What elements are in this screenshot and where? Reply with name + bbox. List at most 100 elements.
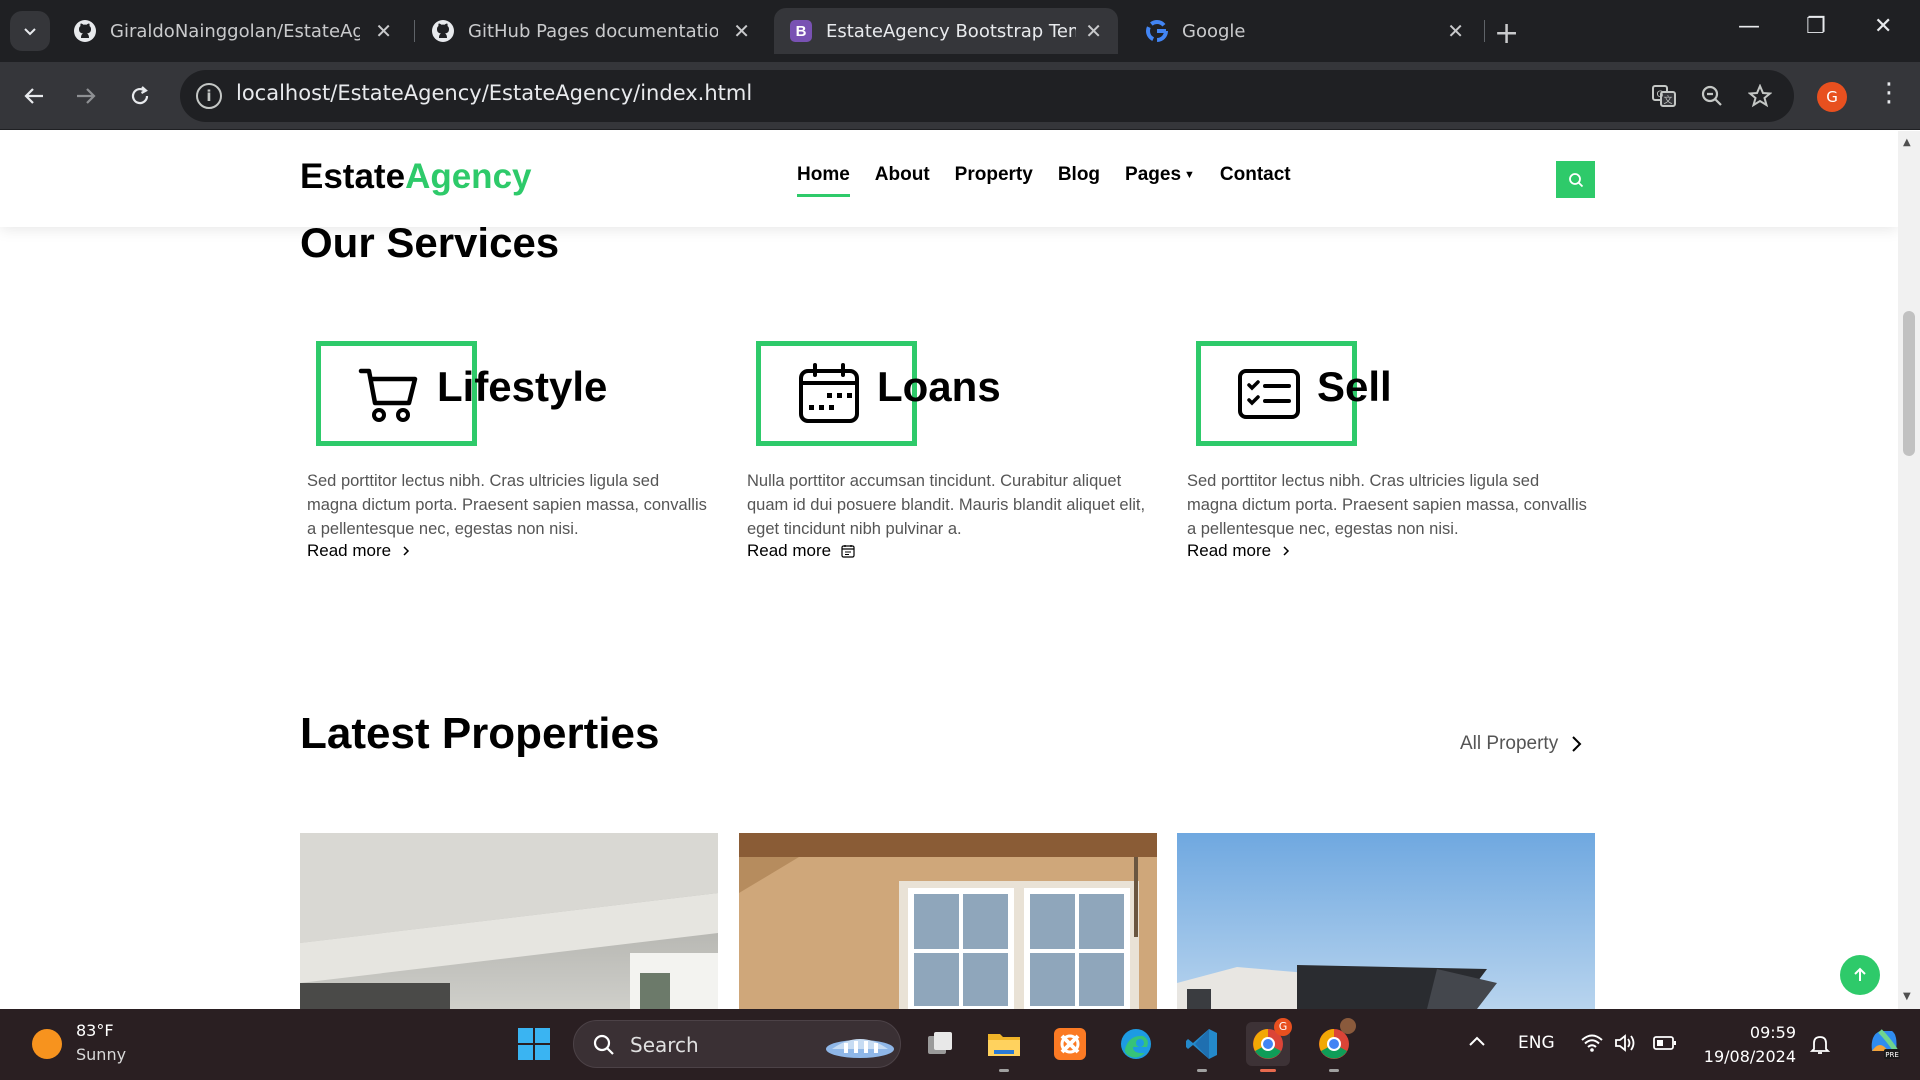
more-menu-icon[interactable]: ⋮	[1876, 78, 1902, 108]
property-image[interactable]	[1177, 833, 1595, 1009]
property-image[interactable]	[300, 833, 718, 1009]
taskbar-search-box[interactable]: Search	[573, 1020, 901, 1068]
taskbar-file-explorer[interactable]	[982, 1022, 1026, 1072]
reload-button[interactable]	[124, 80, 156, 112]
running-indicator	[1260, 1069, 1276, 1072]
input-language[interactable]: ENG	[1518, 1033, 1555, 1053]
taskbar-edge[interactable]	[1114, 1022, 1158, 1066]
read-more-label: Read more	[1187, 541, 1272, 560]
nav-about[interactable]: About	[875, 164, 930, 197]
address-bar[interactable]: i localhost/EstateAgency/EstateAgency/in…	[180, 70, 1794, 122]
task-view-button[interactable]	[918, 1022, 962, 1066]
service-title: Loans	[877, 363, 1001, 410]
site-logo[interactable]: EstateAgency	[300, 157, 532, 197]
service-title: Lifestyle	[437, 363, 608, 410]
search-highlight-icon	[826, 1039, 894, 1058]
nav-home[interactable]: Home	[797, 164, 850, 197]
nav-pages-dropdown[interactable]: Pages ▼	[1125, 164, 1195, 197]
profile-avatar[interactable]: G	[1817, 82, 1847, 112]
browser-tab[interactable]: GitHub Pages documentation - GitHub Docs…	[416, 8, 766, 54]
calendar-small-icon	[841, 545, 855, 558]
xampp-icon	[1054, 1028, 1086, 1060]
nav-blog[interactable]: Blog	[1058, 164, 1100, 197]
browser-tab-active[interactable]: B EstateAgency Bootstrap Template ✕	[774, 8, 1118, 54]
close-window-button[interactable]: ✕	[1874, 14, 1892, 39]
notifications-icon[interactable]	[1808, 1033, 1832, 1060]
volume-icon[interactable]	[1614, 1033, 1638, 1058]
site-navbar: EstateAgency Home About Property Blog Pa…	[0, 131, 1898, 227]
svg-text:G: G	[1657, 90, 1664, 100]
close-icon[interactable]: ✕	[733, 19, 750, 43]
bookmark-star-icon[interactable]	[1746, 82, 1774, 110]
github-icon	[430, 18, 456, 44]
clock-date: 19/08/2024	[1703, 1047, 1796, 1066]
copilot-icon[interactable]: PRE	[1866, 1025, 1902, 1066]
translate-icon[interactable]: G文	[1650, 82, 1678, 110]
forward-button[interactable]	[70, 80, 102, 112]
close-icon[interactable]: ✕	[375, 19, 392, 43]
back-button[interactable]	[18, 80, 50, 112]
caret-down-icon: ▼	[1184, 168, 1195, 181]
reload-icon	[131, 86, 149, 105]
start-button[interactable]	[512, 1022, 556, 1066]
scroll-up-arrow-icon[interactable]: ▲	[1903, 137, 1911, 148]
wifi-icon[interactable]	[1580, 1033, 1604, 1058]
scrollbar-thumb[interactable]	[1903, 311, 1915, 456]
taskbar-vscode[interactable]	[1180, 1022, 1224, 1072]
edge-icon	[1121, 1029, 1151, 1059]
zoom-icon[interactable]	[1698, 82, 1726, 110]
running-indicator	[999, 1069, 1009, 1072]
svg-text:B: B	[796, 23, 807, 40]
tab-search-button[interactable]	[10, 11, 50, 51]
scroll-down-arrow-icon[interactable]: ▼	[1903, 991, 1911, 1002]
nav-property[interactable]: Property	[955, 164, 1033, 197]
new-tab-button[interactable]: +	[1494, 16, 1519, 51]
property-exterior-image	[1177, 833, 1595, 1009]
property-image[interactable]	[739, 833, 1157, 1009]
minimize-button[interactable]: —	[1738, 14, 1760, 39]
search-icon	[593, 1034, 614, 1055]
tab-separator	[1484, 20, 1485, 42]
calendar-icon	[799, 363, 859, 423]
close-icon[interactable]: ✕	[1085, 19, 1102, 43]
url-text[interactable]: localhost/EstateAgency/EstateAgency/inde…	[236, 81, 752, 105]
tab-title: GiraldoNainggolan/EstateAgency	[110, 20, 360, 42]
vscode-icon	[1186, 1029, 1217, 1059]
nav-contact[interactable]: Contact	[1220, 164, 1291, 197]
taskbar-chrome-active[interactable]: G	[1246, 1018, 1292, 1072]
service-description: Nulla porttitor accumsan tincidunt. Cura…	[747, 472, 1146, 538]
windows-logo-icon	[518, 1028, 550, 1060]
folder-icon	[988, 1034, 1020, 1056]
weather-sun-icon[interactable]	[32, 1029, 62, 1059]
chevron-right-icon	[1572, 736, 1582, 752]
site-info-icon[interactable]: i	[196, 83, 222, 109]
read-more-link[interactable]: Read more	[307, 541, 411, 561]
service-description: Sed porttitor lectus nibh. Cras ultricie…	[1187, 472, 1587, 538]
browser-tab[interactable]: Google ✕	[1130, 8, 1480, 54]
nav-pages-label: Pages	[1125, 164, 1182, 185]
read-more-label: Read more	[747, 541, 832, 560]
close-icon[interactable]: ✕	[1447, 19, 1464, 43]
weather-condition[interactable]: Sunny	[76, 1045, 126, 1064]
tab-title: GitHub Pages documentation - GitHub Docs	[468, 20, 718, 42]
read-more-link[interactable]: Read more	[1187, 541, 1291, 561]
page-scrollbar[interactable]: ▲ ▼	[1898, 131, 1920, 1009]
chevron-down-icon	[24, 28, 36, 36]
card-checklist-icon	[1238, 369, 1300, 419]
restore-button[interactable]: ❐	[1806, 14, 1826, 39]
chevron-right-icon	[1283, 546, 1290, 556]
show-hidden-icons-chevron-icon[interactable]	[1468, 1033, 1486, 1053]
taskbar-chrome-profile[interactable]	[1312, 1018, 1356, 1072]
page-viewport: EstateAgency Home About Property Blog Pa…	[0, 131, 1898, 1009]
all-property-link[interactable]: All Property	[1460, 733, 1582, 755]
battery-icon[interactable]	[1652, 1033, 1678, 1058]
taskbar-search-label: Search	[630, 1033, 699, 1057]
system-clock[interactable]: 09:59 19/08/2024	[1700, 1021, 1796, 1069]
read-more-link[interactable]: Read more	[747, 541, 855, 561]
nav-search-button[interactable]	[1556, 161, 1595, 198]
bootstrap-icon: B	[788, 18, 814, 44]
taskbar-xampp[interactable]	[1048, 1022, 1092, 1066]
back-to-top-button[interactable]	[1840, 955, 1880, 995]
browser-tab[interactable]: GiraldoNainggolan/EstateAgency ✕	[58, 8, 408, 54]
weather-temperature[interactable]: 83°F	[76, 1021, 114, 1040]
